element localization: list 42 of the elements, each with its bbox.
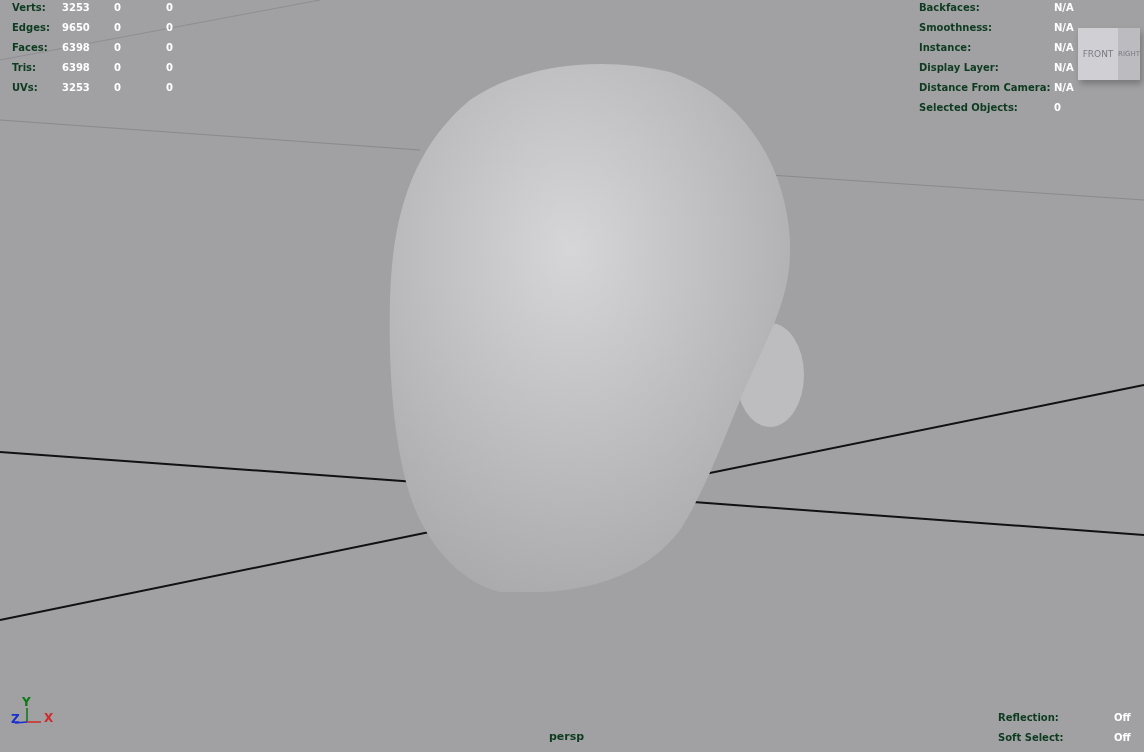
stat-label: Tris:: [12, 61, 38, 73]
stat-value: 6398: [62, 61, 91, 73]
stat-label: Edges:: [12, 21, 51, 33]
stat-label: Verts:: [12, 1, 47, 13]
info-label: Display Layer:: [919, 61, 1000, 73]
stat-value: 0: [166, 21, 174, 33]
info-label: Smoothness:: [919, 21, 994, 33]
info-value: N/A: [1054, 61, 1074, 73]
info-value: N/A: [1054, 21, 1074, 33]
info-value: 0: [1054, 101, 1061, 113]
stat-label: Faces:: [12, 41, 49, 53]
axis-lines-icon: [13, 708, 43, 724]
info-value: N/A: [1054, 41, 1074, 53]
setting-value: Off: [1114, 731, 1131, 743]
stat-value: 0: [114, 1, 122, 13]
info-label: Selected Objects:: [919, 101, 1019, 113]
stat-value: 0: [166, 61, 174, 73]
axis-label: Y: [22, 696, 31, 708]
setting-value: Off: [1114, 711, 1131, 723]
stat-label: UVs:: [12, 81, 39, 93]
stat-value: 0: [166, 81, 174, 93]
axis-label: Z: [11, 713, 20, 725]
axis-label: X: [44, 712, 54, 724]
info-value: N/A: [1054, 1, 1074, 13]
stat-value: 0: [166, 1, 174, 13]
setting-label: Soft Select:: [998, 731, 1065, 743]
stat-value: 0: [114, 41, 122, 53]
info-label: Instance:: [919, 41, 973, 53]
cube-face-label[interactable]: FRONT: [1078, 49, 1118, 59]
stat-value: 0: [114, 81, 122, 93]
setting-label: Reflection:: [998, 711, 1060, 723]
info-value: N/A: [1054, 81, 1074, 93]
info-label: Distance From Camera:: [919, 81, 1052, 93]
stat-value: 0: [166, 41, 174, 53]
stat-value: 6398: [62, 41, 91, 53]
camera-label: persp: [549, 730, 585, 743]
stat-value: 3253: [62, 81, 91, 93]
info-label: Backfaces:: [919, 1, 981, 13]
stat-value: 0: [114, 21, 122, 33]
stat-value: 0: [114, 61, 122, 73]
stat-value: 3253: [62, 1, 91, 13]
stat-value: 9650: [62, 21, 91, 33]
